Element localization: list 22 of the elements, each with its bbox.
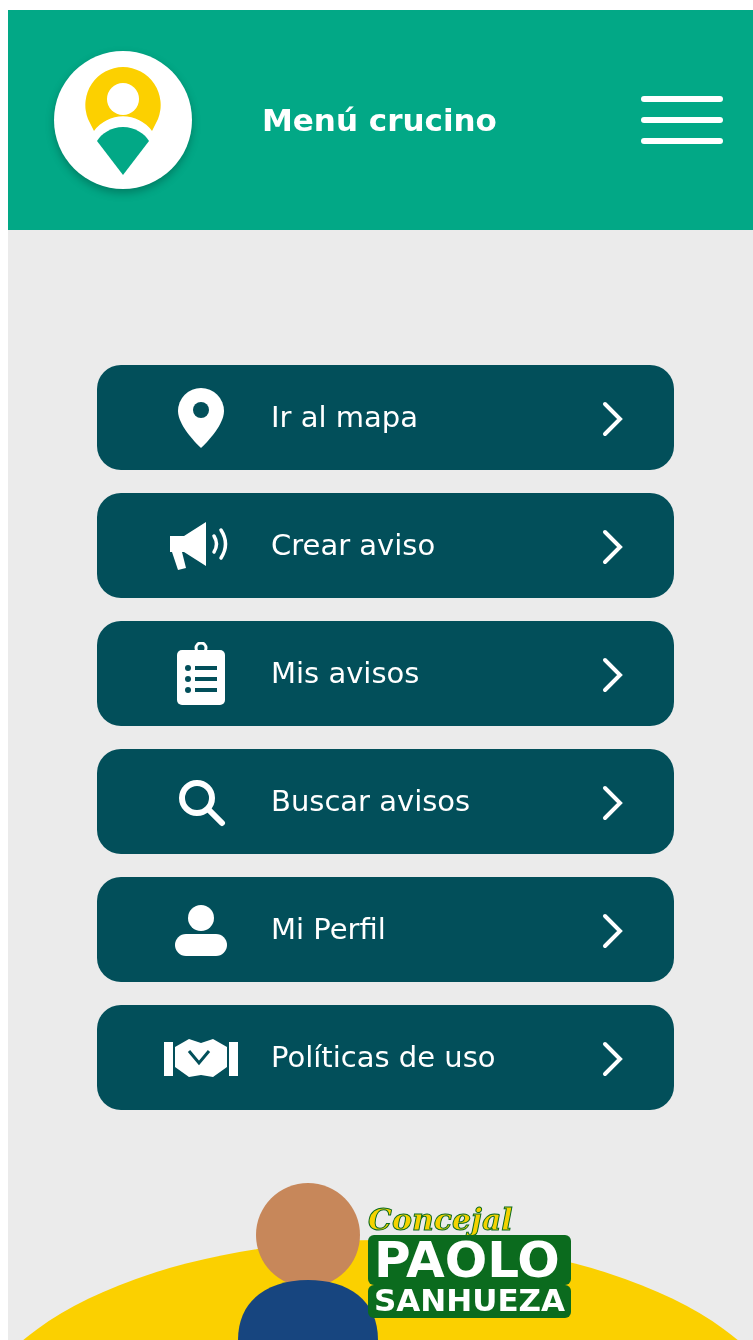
- user-icon: [174, 903, 228, 956]
- menu-button[interactable]: Mi Perfil: [97, 877, 674, 982]
- menu-button[interactable]: Crear aviso: [97, 493, 674, 598]
- chevron-right-icon: [602, 912, 624, 949]
- banner-subtitle: Concejal: [368, 1205, 514, 1235]
- menu-button[interactable]: Ir al mapa: [97, 365, 674, 470]
- banner-name: PAOLO: [368, 1235, 572, 1285]
- menu-button[interactable]: Mis avisos: [97, 621, 674, 726]
- menu-icon[interactable]: [641, 95, 723, 145]
- handshake-icon: [163, 1036, 239, 1079]
- menu-button[interactable]: Políticas de uso: [97, 1005, 674, 1110]
- chevron-right-icon: [602, 528, 624, 565]
- chevron-right-icon: [602, 400, 624, 437]
- chevron-right-icon: [602, 1040, 624, 1077]
- map-pin-icon: [176, 386, 226, 449]
- banner-surname: SANHUEZA: [368, 1285, 572, 1318]
- clipboard-list-icon: [176, 641, 226, 706]
- menu-button[interactable]: Buscar avisos: [97, 749, 674, 854]
- pin-person-icon: [83, 65, 163, 175]
- header-title: Menú crucino: [262, 100, 498, 140]
- chevron-right-icon: [602, 784, 624, 821]
- chevron-right-icon: [602, 656, 624, 693]
